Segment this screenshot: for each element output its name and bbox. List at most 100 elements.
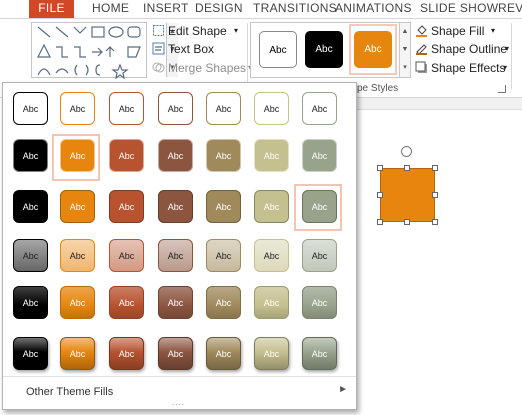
style-tile-label: Abc: [22, 349, 39, 359]
resize-grip-icon[interactable]: ....: [172, 398, 185, 407]
style-tile[interactable]: Abc: [109, 239, 144, 272]
style-sample-label: Abc: [364, 44, 382, 55]
style-tile[interactable]: Abc: [206, 239, 241, 272]
style-tile-label: Abc: [311, 298, 328, 308]
style-tile[interactable]: Abc: [254, 286, 289, 319]
styles-scroll-down-icon[interactable]: ▼: [399, 41, 410, 59]
shape-styles-gallery: Abc Abc Abc Abc Abc Abc Abc Abc Abc Abc Abc Abc Abc A…: [2, 82, 357, 410]
style-tile[interactable]: Abc: [13, 239, 48, 272]
style-tile[interactable]: Abc: [158, 190, 193, 223]
style-tile[interactable]: Abc: [13, 286, 48, 319]
rotation-handle-icon[interactable]: [401, 146, 412, 157]
style-tile-label: Abc: [263, 104, 280, 114]
style-tile[interactable]: Abc: [60, 139, 95, 172]
style-tile[interactable]: Abc: [13, 337, 48, 370]
style-tile[interactable]: Abc: [206, 286, 241, 319]
style-tile[interactable]: Abc: [302, 337, 337, 370]
styles-scroll-up-icon[interactable]: ▲: [399, 23, 410, 41]
ruler: [352, 98, 522, 110]
resize-handle[interactable]: [404, 219, 410, 225]
style-tile[interactable]: Abc: [254, 337, 289, 370]
tab-file[interactable]: FILE: [29, 0, 74, 18]
tab-design[interactable]: DESIGN: [195, 0, 243, 18]
style-tile[interactable]: Abc: [158, 337, 193, 370]
resize-handle[interactable]: [377, 219, 383, 225]
style-tile-label: Abc: [118, 298, 135, 308]
style-tile[interactable]: Abc: [60, 92, 95, 125]
resize-handle[interactable]: [432, 192, 438, 198]
tab-transitions[interactable]: TRANSITIONS: [253, 0, 337, 18]
style-tile-label: Abc: [22, 202, 39, 212]
style-tile[interactable]: Abc: [302, 286, 337, 319]
style-sample-orange[interactable]: Abc: [354, 31, 392, 68]
style-tile[interactable]: Abc: [109, 190, 144, 223]
merge-shapes-icon: [152, 62, 165, 73]
tab-slide-show[interactable]: SLIDE SHOW: [420, 0, 498, 18]
resize-handle[interactable]: [432, 219, 438, 225]
tab-animations[interactable]: ANIMATIONS: [335, 0, 412, 18]
paint-bucket-icon: [416, 25, 427, 37]
style-tile[interactable]: Abc: [60, 286, 95, 319]
style-tile-label: Abc: [167, 202, 184, 212]
style-tile[interactable]: Abc: [109, 286, 144, 319]
edit-shape-dropdown-icon: ▾: [234, 26, 239, 35]
style-tile-label: Abc: [22, 104, 39, 114]
style-tile[interactable]: Abc: [109, 92, 144, 125]
style-tile[interactable]: Abc: [158, 139, 193, 172]
style-tile[interactable]: Abc: [13, 190, 48, 223]
style-tile[interactable]: Abc: [206, 337, 241, 370]
style-tile[interactable]: Abc: [254, 239, 289, 272]
style-tile-label: Abc: [69, 349, 86, 359]
resize-handle[interactable]: [377, 192, 383, 198]
resize-handle[interactable]: [377, 165, 383, 171]
style-tile[interactable]: Abc: [302, 239, 337, 272]
style-tile[interactable]: Abc: [254, 190, 289, 223]
line-shape-icon: [37, 26, 51, 38]
submenu-arrow-icon: ►: [338, 384, 348, 395]
style-tile[interactable]: Abc: [302, 190, 337, 223]
style-tile[interactable]: Abc: [109, 139, 144, 172]
arrow-line-shape-icon: [55, 26, 69, 38]
style-tile[interactable]: Abc: [60, 190, 95, 223]
rectangle-shape-icon: [91, 26, 105, 38]
shape-pentagon-icon: [127, 46, 141, 58]
other-theme-fills-item[interactable]: Other Theme Fills: [26, 386, 113, 398]
style-sample-black[interactable]: Abc: [305, 31, 343, 68]
shape-styles-group-label: pe Styles: [357, 83, 399, 94]
resize-handle[interactable]: [404, 165, 410, 171]
style-tile[interactable]: Abc: [302, 92, 337, 125]
style-tile[interactable]: Abc: [206, 190, 241, 223]
style-tile[interactable]: Abc: [302, 139, 337, 172]
style-sample-white[interactable]: Abc: [259, 31, 297, 68]
style-tile[interactable]: Abc: [60, 337, 95, 370]
style-tile-label: Abc: [263, 202, 280, 212]
style-sample-label: Abc: [315, 44, 333, 55]
style-tile-label: Abc: [311, 151, 328, 161]
style-tile[interactable]: Abc: [158, 239, 193, 272]
tab-review[interactable]: REVI: [498, 0, 522, 18]
styles-more-icon[interactable]: ▾: [399, 59, 410, 77]
style-tile[interactable]: Abc: [158, 92, 193, 125]
tab-home[interactable]: HOME: [92, 0, 129, 18]
style-tile[interactable]: Abc: [13, 139, 48, 172]
style-tile-label: Abc: [118, 104, 135, 114]
dialog-launcher-icon[interactable]: [498, 85, 506, 93]
selected-shape[interactable]: [380, 168, 435, 222]
style-tile-label: Abc: [118, 251, 135, 261]
style-tile[interactable]: Abc: [13, 92, 48, 125]
style-tile-label: Abc: [311, 202, 328, 212]
tab-insert[interactable]: INSERT: [143, 0, 189, 18]
style-tile[interactable]: Abc: [206, 139, 241, 172]
style-tile-label: Abc: [69, 251, 86, 261]
text-box-icon: [152, 42, 165, 55]
shape-fill-dropdown-icon: ▾: [491, 26, 496, 35]
style-tile-label: Abc: [167, 104, 184, 114]
style-tile[interactable]: Abc: [254, 92, 289, 125]
style-tile[interactable]: Abc: [60, 239, 95, 272]
style-tile[interactable]: Abc: [254, 139, 289, 172]
edit-shape-label: Edit Shape: [168, 24, 227, 38]
style-tile[interactable]: Abc: [158, 286, 193, 319]
style-tile[interactable]: Abc: [109, 337, 144, 370]
resize-handle[interactable]: [432, 165, 438, 171]
style-tile[interactable]: Abc: [206, 92, 241, 125]
